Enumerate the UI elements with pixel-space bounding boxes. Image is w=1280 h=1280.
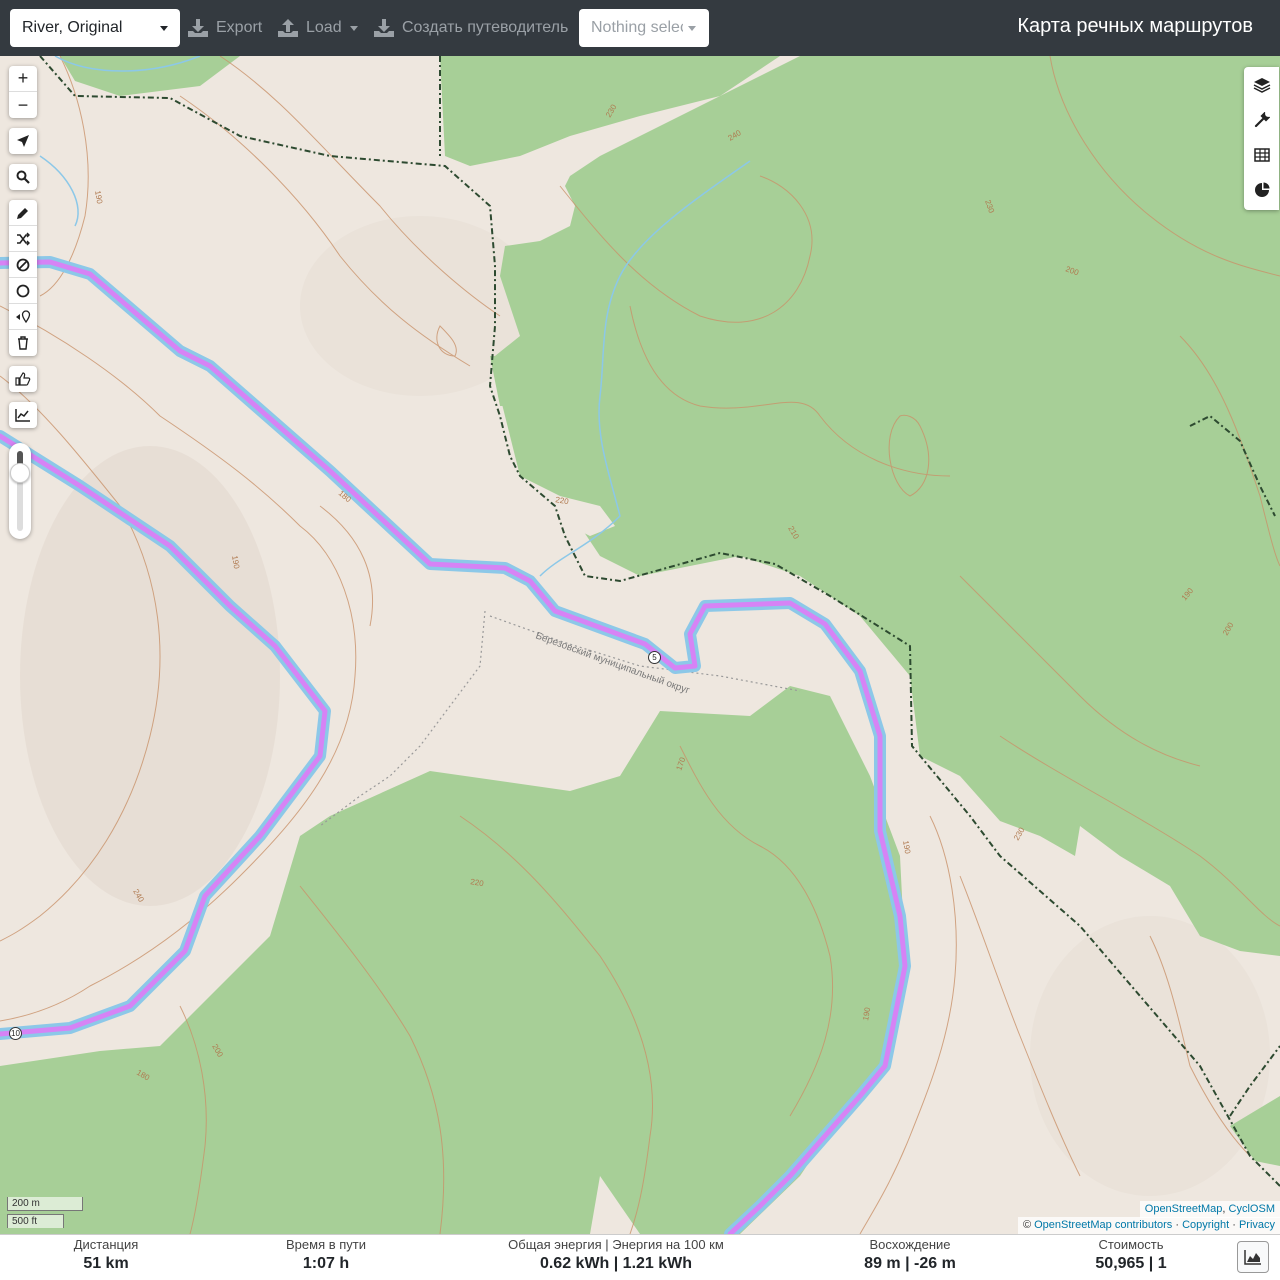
feedback-button[interactable]	[9, 366, 37, 392]
copyright-symbol: ©	[1022, 1219, 1035, 1231]
openstreetmap-link[interactable]: OpenStreetMap	[1145, 1203, 1223, 1215]
map-canvas[interactable]: Березовский муниципальный округ 230 240 …	[0, 56, 1280, 1234]
travel-time-value: 1:07 h	[302, 1255, 350, 1272]
stat-distance: Дистанция 51 km	[46, 1235, 166, 1273]
distance-label: Дистанция	[73, 1237, 139, 1252]
drawing-toolbar	[9, 200, 37, 356]
circle-tool-button[interactable]	[9, 278, 37, 304]
zoom-slider[interactable]	[9, 443, 31, 539]
thumb-icon	[15, 372, 31, 386]
analysis-button[interactable]	[1244, 172, 1279, 207]
no-go-area-button[interactable]	[9, 252, 37, 278]
elevation-profile-button[interactable]	[1237, 1241, 1269, 1273]
distance-value: 51 km	[83, 1255, 129, 1272]
map-tiles: Березовский муниципальный округ 230 240 …	[0, 56, 1280, 1234]
load-button[interactable]: Load	[278, 9, 358, 47]
trash-icon	[18, 336, 28, 350]
elevation-chart-icon	[15, 409, 30, 422]
zoom-slider-handle[interactable]	[10, 463, 30, 483]
zoom-out-button[interactable]: −	[9, 92, 37, 118]
attribution-separator: ·	[1172, 1219, 1183, 1231]
copyright-attribution: © OpenStreetMap contributors · Copyright…	[1017, 1217, 1280, 1234]
travel-time-label: Время в пути	[286, 1237, 366, 1252]
selection-select-value: Nothing selected	[591, 19, 683, 36]
stat-travel-time: Время в пути 1:07 h	[266, 1235, 386, 1273]
table-button[interactable]	[1244, 137, 1279, 172]
pie-chart-icon	[1254, 182, 1269, 197]
chevron-down-icon	[688, 26, 696, 31]
ascent-label: Восхождение	[869, 1237, 951, 1252]
scale-imperial: 500 ft	[7, 1214, 64, 1228]
chevron-down-icon	[160, 26, 168, 31]
top-navbar: River, Original Export Load Создать путе…	[0, 0, 1280, 56]
elevation-chart-button[interactable]	[9, 402, 37, 428]
copyright-link[interactable]: Copyright	[1182, 1219, 1229, 1231]
stat-energy: Общая энергия | Энергия на 100 км 0.62 k…	[496, 1235, 736, 1273]
no-entry-icon	[16, 258, 30, 271]
feedback-control	[9, 366, 37, 392]
energy-value: 0.62 kWh | 1.21 kWh	[539, 1255, 693, 1272]
zoom-control: + −	[9, 66, 37, 118]
search-control	[9, 164, 37, 190]
circle-icon	[16, 284, 30, 297]
layers-icon	[1253, 77, 1270, 93]
route-marker[interactable]: 5	[648, 651, 661, 664]
locate-control	[9, 128, 37, 154]
locate-button[interactable]	[9, 128, 37, 154]
cyclosm-link[interactable]: CyclOSM	[1229, 1203, 1275, 1215]
osm-contributors-link[interactable]: OpenStreetMap contributors	[1034, 1219, 1172, 1231]
create-guide-label: Создать путеводитель	[402, 19, 569, 36]
wrench-icon	[1254, 111, 1270, 127]
area-chart-icon	[1244, 1250, 1261, 1265]
route-marker[interactable]: 10	[9, 1027, 22, 1040]
download-icon	[374, 19, 394, 37]
settings-button[interactable]	[1244, 102, 1279, 137]
poi-icon	[16, 309, 31, 323]
layers-button[interactable]	[1244, 67, 1279, 102]
delete-route-button[interactable]	[9, 330, 37, 356]
profile-select-value: River, Original	[22, 19, 123, 36]
table-icon	[1253, 147, 1270, 162]
draw-route-button[interactable]	[9, 200, 37, 226]
stat-ascent: Восхождение 89 m | -26 m	[850, 1235, 970, 1273]
pencil-icon	[17, 207, 28, 219]
stat-cost: Стоимость 50,965 | 1	[1071, 1235, 1191, 1273]
energy-label: Общая энергия | Энергия на 100 км	[508, 1237, 724, 1252]
privacy-link[interactable]: Privacy	[1239, 1219, 1275, 1231]
export-button[interactable]: Export	[188, 9, 262, 47]
chevron-down-icon	[349, 25, 358, 31]
search-icon	[16, 170, 30, 184]
search-button[interactable]	[9, 164, 37, 190]
scale-metric: 200 m	[7, 1197, 83, 1211]
tile-attribution: OpenStreetMap, CyclOSM	[1139, 1201, 1280, 1218]
attribution-separator: ·	[1229, 1219, 1239, 1231]
create-guide-button[interactable]: Создать путеводитель	[374, 9, 568, 47]
cost-label: Стоимость	[1098, 1237, 1164, 1252]
right-control-panel	[1244, 67, 1279, 210]
app-title: Карта речных маршрутов	[1017, 15, 1253, 37]
zoom-in-button[interactable]: +	[9, 66, 37, 92]
selection-select[interactable]: Nothing selected	[579, 9, 709, 47]
route-stats-bar: Дистанция 51 km Время в пути 1:07 h Обща…	[0, 1234, 1280, 1280]
elevation-control	[9, 402, 37, 428]
shuffle-icon	[17, 232, 30, 245]
poi-button[interactable]	[9, 304, 37, 330]
cost-value: 50,965 | 1	[1095, 1255, 1167, 1272]
shuffle-button[interactable]	[9, 226, 37, 252]
profile-select[interactable]: River, Original	[10, 9, 180, 47]
ascent-value: 89 m | -26 m	[864, 1255, 956, 1272]
locate-icon	[17, 135, 29, 147]
download-icon	[188, 19, 208, 37]
upload-icon	[278, 19, 298, 37]
export-label: Export	[216, 19, 263, 36]
load-label: Load	[306, 19, 342, 36]
